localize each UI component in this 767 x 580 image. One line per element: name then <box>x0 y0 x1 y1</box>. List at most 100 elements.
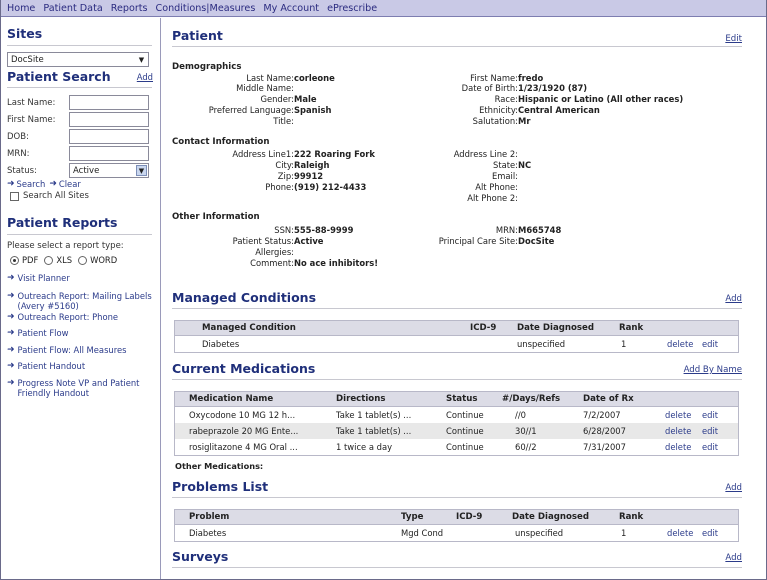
chevron-down-icon: ▼ <box>138 55 145 64</box>
delete-link[interactable]: delete <box>665 410 691 420</box>
dob-input[interactable] <box>69 129 149 144</box>
search-link[interactable]: Search <box>17 179 46 189</box>
first-name-label: First Name: <box>7 114 56 125</box>
date-cell: 7/31/2007 <box>583 442 626 452</box>
addr1-field-label: Address Line1: <box>232 149 294 159</box>
demographics-title: Demographics <box>172 62 242 72</box>
refs-cell: //0 <box>515 410 526 420</box>
comment-field-label: Comment: <box>250 258 294 268</box>
edit-patient-link[interactable]: Edit <box>725 34 742 44</box>
report-patient-flow-all[interactable]: ➜ Patient Flow: All Measures <box>7 345 155 356</box>
race-field-label: Race: <box>494 94 518 104</box>
report-type-word-radio[interactable] <box>78 255 88 265</box>
edit-link[interactable]: edit <box>702 442 718 452</box>
rank-cell: 1 <box>621 528 627 538</box>
search-all-sites-checkbox[interactable] <box>10 191 19 201</box>
nav-home[interactable]: Home <box>7 3 35 14</box>
last-name-field-label: Last Name: <box>246 73 294 83</box>
managed-conditions-table: Managed Condition ICD-9 Date Diagnosed R… <box>174 320 739 353</box>
problems-table: Problem Type ICD-9 Date Diagnosed Rank D… <box>174 509 739 542</box>
nav-patient-data[interactable]: Patient Data <box>43 3 102 14</box>
clear-link[interactable]: Clear <box>59 179 81 189</box>
report-label: Progress Note VP and Patient Friendly Ha… <box>17 377 140 399</box>
edit-link[interactable]: edit <box>702 410 718 420</box>
nav-my-account[interactable]: My Account <box>263 3 319 14</box>
table-row: rabeprazole 20 MG Ente... Take 1 tablet(… <box>175 423 738 439</box>
city-field-label: City: <box>275 160 294 170</box>
app-window: Home Patient Data Reports Conditions|Mea… <box>0 0 767 580</box>
add-problem-link[interactable]: Add <box>725 483 742 493</box>
other-info-title: Other Information <box>172 212 260 222</box>
delete-link[interactable]: delete <box>667 528 693 538</box>
report-patient-flow[interactable]: ➜ Patient Flow <box>7 328 155 339</box>
comment-value: No ace inhibitors! <box>294 258 379 268</box>
refs-cell: 30//1 <box>515 426 537 436</box>
dob-field-label: Date of Birth: <box>461 83 518 93</box>
report-patient-handout[interactable]: ➜ Patient Handout <box>7 361 155 372</box>
chevron-down-icon: ▼ <box>136 165 147 176</box>
table-header: Problem Type ICD-9 Date Diagnosed Rank <box>175 510 738 525</box>
site-select[interactable]: DocSite ▼ <box>7 52 149 67</box>
ethnicity-value: Central American <box>518 105 600 115</box>
report-outreach-mailing[interactable]: ➜ Outreach Report: Mailing Labels (Avery… <box>7 291 155 312</box>
main-content: Patient Edit Demographics Last Name: cor… <box>164 18 766 579</box>
delete-link[interactable]: delete <box>667 339 693 349</box>
report-progress-note[interactable]: ➜ Progress Note VP and Patient Friendly … <box>7 378 155 399</box>
directions-cell: Take 1 tablet(s) ... <box>336 426 412 436</box>
first-name-input[interactable] <box>69 112 149 127</box>
medication-name-cell: rosiglitazone 4 MG Oral ... <box>189 442 298 452</box>
zip-value: 99912 <box>294 171 324 181</box>
table-header: Medication Name Directions Status #/Days… <box>175 392 738 407</box>
alt-phone2-field-label: Alt Phone 2: <box>467 193 518 203</box>
report-type-word-label: WORD <box>90 255 118 265</box>
edit-link[interactable]: edit <box>702 528 718 538</box>
salutation-field-label: Salutation: <box>472 116 518 126</box>
col-icd9: ICD-9 <box>456 512 483 522</box>
mrn-input[interactable] <box>69 146 149 161</box>
report-type-pdf-radio[interactable] <box>10 255 19 265</box>
pstatus-value: Active <box>294 236 324 246</box>
add-patient-link[interactable]: Add <box>137 72 153 82</box>
nav-conditions-measures[interactable]: Conditions|Measures <box>156 3 256 14</box>
report-label: Outreach Report: Phone <box>17 311 119 322</box>
arrow-right-icon: ➜ <box>7 361 15 371</box>
last-name-input[interactable] <box>69 95 149 110</box>
report-type-xls-radio[interactable] <box>44 255 54 265</box>
managed-conditions-title: Managed Conditions <box>172 290 317 305</box>
type-cell: Mgd Cond <box>401 528 444 538</box>
edit-link[interactable]: edit <box>702 426 718 436</box>
dob-label: DOB: <box>7 131 29 142</box>
report-visit-planner[interactable]: ➜ Visit Planner <box>7 273 155 284</box>
pcs-field-label: Principal Care Site: <box>438 236 518 246</box>
col-directions: Directions <box>336 394 386 404</box>
delete-link[interactable]: delete <box>665 442 691 452</box>
add-survey-link[interactable]: Add <box>725 553 742 563</box>
state-value: NC <box>518 160 532 170</box>
allergies-field-label: Allergies: <box>255 247 294 257</box>
add-condition-link[interactable]: Add <box>725 294 742 304</box>
status-label: Status: <box>7 165 37 176</box>
phone-field-label: Phone: <box>265 182 294 192</box>
report-outreach-phone[interactable]: ➜ Outreach Report: Phone <box>7 312 155 323</box>
other-medications-label: Other Medications: <box>175 461 264 471</box>
phone-value: (919) 212-4433 <box>294 182 367 192</box>
problem-cell: Diabetes <box>189 528 227 538</box>
status-select[interactable]: Active ▼ <box>69 163 149 178</box>
arrow-right-icon: ➜ <box>7 328 15 338</box>
table-row: Diabetes unspecified 1 delete edit <box>175 336 738 352</box>
refs-cell: 60//2 <box>515 442 537 452</box>
patient-title: Patient <box>172 28 223 43</box>
col-icd9: ICD-9 <box>470 323 497 333</box>
sites-title: Sites <box>7 26 43 41</box>
nav-reports[interactable]: Reports <box>111 3 148 14</box>
patient-reports-title: Patient Reports <box>7 215 118 230</box>
directions-cell: Take 1 tablet(s) ... <box>336 410 412 420</box>
report-label: Visit Planner <box>17 273 70 283</box>
edit-link[interactable]: edit <box>702 339 718 349</box>
add-by-name-link[interactable]: Add By Name <box>684 365 742 375</box>
nav-eprescribe[interactable]: ePrescribe <box>327 3 377 14</box>
col-medication-name: Medication Name <box>189 394 274 404</box>
table-row: Diabetes Mgd Cond unspecified 1 delete e… <box>175 525 738 541</box>
gender-field-label: Gender: <box>260 94 294 104</box>
delete-link[interactable]: delete <box>665 426 691 436</box>
